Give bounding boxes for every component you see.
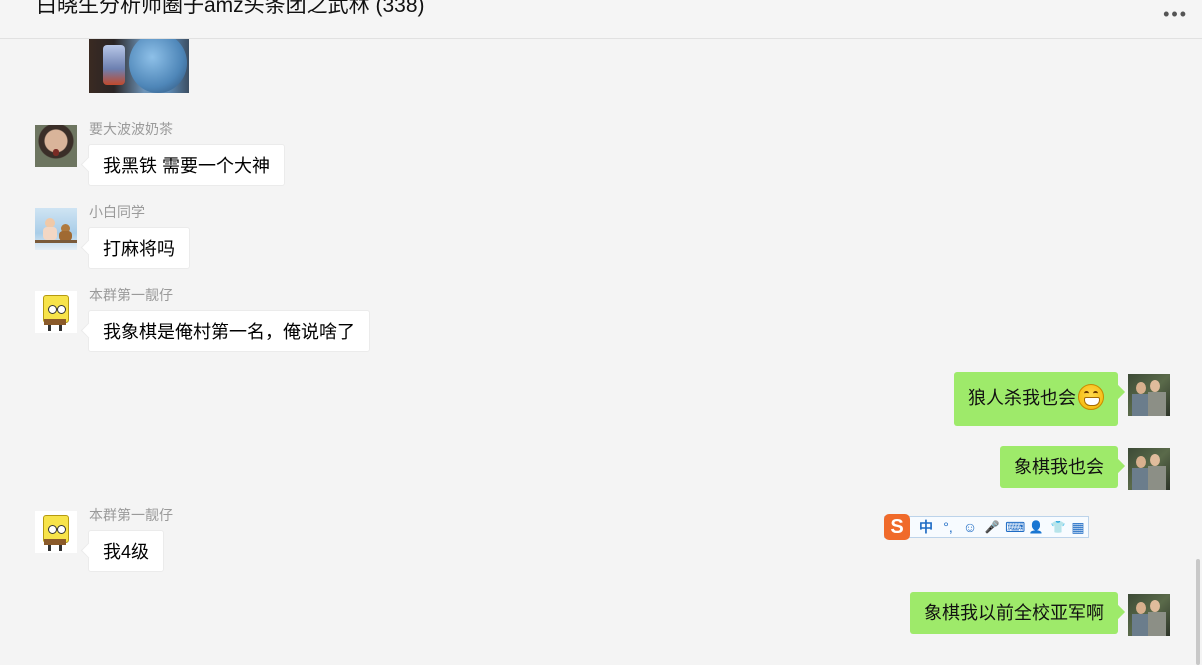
avatar-spongebob[interactable] [35, 291, 77, 333]
smiley-icon[interactable]: ☺ [961, 518, 979, 536]
ime-toolbar[interactable]: S 中 °, ☺ 🎤 ⌨ 👤 👕 ▦ [884, 514, 1089, 540]
sender-name: 要大波波奶茶 [89, 121, 173, 137]
microphone-icon[interactable]: 🎤 [983, 518, 1001, 536]
grin-emoji-icon [1078, 384, 1104, 411]
scrollbar-thumb[interactable] [1196, 559, 1200, 665]
avatar-self[interactable] [1128, 374, 1170, 416]
more-dots-icon[interactable]: ••• [1163, 4, 1188, 25]
sender-name: 本群第一靓仔 [89, 287, 173, 303]
sogou-logo-icon[interactable]: S [884, 514, 910, 540]
sender-name: 小白同学 [89, 204, 145, 220]
sender-name: 本群第一靓仔 [89, 507, 173, 523]
message-bubble[interactable]: 我黑铁 需要一个大神 [88, 144, 286, 186]
image-figure-shape [129, 39, 187, 93]
ime-punctuation-toggle[interactable]: °, [939, 518, 957, 536]
message-bubble-self[interactable]: 狼人杀我也会 [954, 372, 1118, 426]
avatar-xiaobai[interactable] [35, 208, 77, 250]
avatar-self[interactable] [1128, 448, 1170, 490]
scrollbar-track[interactable] [1196, 39, 1202, 665]
image-message[interactable] [89, 39, 189, 93]
chat-title: 白晓生分析师圈子amz头条团之武林 (338) [36, 0, 425, 17]
avatar-self[interactable] [1128, 594, 1170, 636]
message-bubble[interactable]: 打麻将吗 [88, 227, 190, 269]
avatar-boba[interactable] [35, 125, 77, 167]
grid-icon[interactable]: ▦ [1069, 518, 1087, 536]
message-bubble-self[interactable]: 象棋我也会 [1000, 446, 1118, 488]
keyboard-icon[interactable]: ⌨ [1005, 518, 1025, 536]
chat-header: 白晓生分析师圈子amz头条团之武林 (338) ••• [0, 0, 1202, 39]
user-icon[interactable]: 👤 [1027, 518, 1045, 536]
image-cup-shape [103, 45, 125, 85]
message-bubble-self[interactable]: 象棋我以前全校亚军啊 [910, 592, 1118, 634]
message-bubble[interactable]: 我象棋是俺村第一名，俺说啥了 [88, 310, 370, 352]
shirt-icon[interactable]: 👕 [1049, 518, 1067, 536]
avatar-spongebob[interactable] [35, 511, 77, 553]
message-text: 狼人杀我也会 [968, 388, 1076, 408]
ime-mode-toggle[interactable]: 中 [917, 518, 935, 536]
message-bubble[interactable]: 我4级 [88, 530, 165, 572]
